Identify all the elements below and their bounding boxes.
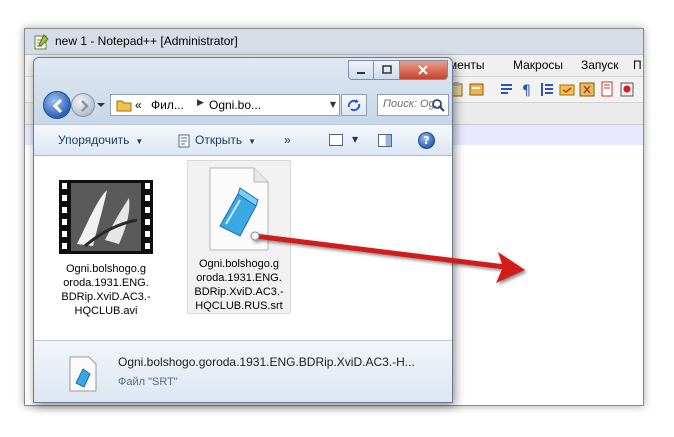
notepadpp-app-icon bbox=[34, 34, 49, 50]
svg-text:¶: ¶ bbox=[522, 83, 531, 98]
maximize-icon bbox=[381, 65, 392, 74]
window-controls bbox=[348, 60, 448, 80]
folder-view-icon[interactable] bbox=[559, 81, 575, 98]
menu-run[interactable]: Запуск bbox=[581, 58, 619, 72]
search-icon[interactable] bbox=[431, 98, 445, 112]
help-button[interactable]: ? bbox=[418, 132, 435, 149]
file-name-line: HQCLUB.avi bbox=[74, 305, 138, 317]
file-name-line: Ogni.bolshogo.g bbox=[198, 258, 280, 270]
folder-icon bbox=[116, 100, 132, 112]
file-name-line: oroda.1931.ENG. bbox=[196, 272, 282, 284]
refresh-button[interactable] bbox=[341, 94, 367, 116]
address-bar[interactable]: « Фил... ▶ Ogni.bo... ▼ bbox=[110, 94, 340, 116]
find-replace-icon[interactable] bbox=[469, 81, 485, 98]
breadcrumb-item-films[interactable]: Фил... bbox=[151, 98, 184, 112]
breadcrumb-overflow[interactable]: « bbox=[135, 98, 142, 112]
arrow-right-icon bbox=[81, 100, 89, 112]
doc-map-icon[interactable] bbox=[599, 81, 615, 98]
file-name-line: BDRip.XviD.AC3.- bbox=[194, 286, 284, 298]
details-pane: Ogni.bolshogo.goroda.1931.ENG.BDRip.XviD… bbox=[34, 340, 452, 402]
organize-label: Упорядочить bbox=[58, 133, 130, 147]
file-name-line: HQCLUB.RUS.srt bbox=[195, 300, 283, 312]
maximize-button[interactable] bbox=[374, 61, 400, 79]
chevron-down-icon: ▼ bbox=[135, 137, 144, 146]
breadcrumb-item-current[interactable]: Ogni.bo... bbox=[209, 98, 261, 112]
explorer-window: « Фил... ▶ Ogni.bo... ▼ Поиск: Og... Упо… bbox=[33, 57, 453, 403]
menu-macros[interactable]: Макросы bbox=[513, 58, 563, 72]
file-item-avi[interactable]: Ogni.bolshogo.g oroda.1931.ENG. BDRip.Xv… bbox=[54, 160, 158, 318]
address-dropdown-icon[interactable]: ▼ bbox=[330, 100, 336, 109]
back-button[interactable] bbox=[43, 91, 71, 119]
change-view-icon[interactable] bbox=[329, 134, 343, 146]
open-button[interactable]: Открыть ▼ bbox=[195, 133, 256, 147]
preview-pane-icon[interactable] bbox=[378, 134, 392, 147]
show-all-chars-icon[interactable]: ¶ bbox=[519, 81, 535, 98]
record-macro-icon[interactable] bbox=[619, 81, 635, 98]
wrap-icon[interactable] bbox=[499, 81, 515, 98]
more-commands-button[interactable]: » bbox=[284, 133, 291, 147]
command-bar: Упорядочить ▼ Открыть ▼ » ▼ ? bbox=[34, 124, 452, 156]
open-icon[interactable] bbox=[177, 134, 191, 148]
file-list[interactable]: Ogni.bolshogo.g oroda.1931.ENG. BDRip.Xv… bbox=[34, 156, 452, 340]
selected-file-type: Файл "SRT" bbox=[118, 376, 178, 388]
breadcrumb-separator-icon[interactable]: ▶ bbox=[197, 98, 204, 108]
screenshot-stage: new 1 - Notepad++ [Administrator] ументы… bbox=[0, 0, 674, 437]
selected-file-name: Ogni.bolshogo.goroda.1931.ENG.BDRip.XviD… bbox=[118, 355, 415, 369]
video-thumbnail-icon bbox=[59, 180, 153, 254]
close-icon bbox=[418, 65, 429, 75]
notepad-document-icon bbox=[206, 166, 272, 252]
file-name-line: oroda.1931.ENG. bbox=[63, 277, 149, 289]
file-name-line: Ogni.bolshogo.g bbox=[65, 263, 147, 275]
notepadpp-titlebar[interactable]: new 1 - Notepad++ [Administrator] bbox=[25, 29, 643, 55]
forward-button[interactable] bbox=[71, 93, 95, 117]
recent-pages-dropdown-icon[interactable] bbox=[96, 101, 106, 109]
indent-guide-icon[interactable] bbox=[539, 81, 555, 98]
file-item-srt[interactable]: Ogni.bolshogo.g oroda.1931.ENG. BDRip.Xv… bbox=[187, 160, 291, 314]
view-dropdown-icon[interactable]: ▼ bbox=[352, 135, 358, 144]
file-name-line: BDRip.XviD.AC3.- bbox=[61, 291, 151, 303]
refresh-icon bbox=[347, 99, 361, 112]
srt-file-icon bbox=[69, 356, 97, 392]
arrow-left-icon bbox=[52, 98, 63, 114]
minimize-icon bbox=[357, 72, 366, 74]
open-label: Открыть bbox=[195, 133, 243, 147]
close-button[interactable] bbox=[399, 61, 447, 79]
user-define-icon[interactable] bbox=[579, 81, 595, 98]
search-box[interactable]: Поиск: Og... bbox=[377, 94, 449, 116]
notepadpp-title: new 1 - Notepad++ [Administrator] bbox=[55, 34, 238, 48]
chevron-down-icon: ▼ bbox=[248, 137, 257, 146]
menu-plugins[interactable]: П bbox=[633, 58, 642, 72]
organize-button[interactable]: Упорядочить ▼ bbox=[58, 133, 143, 147]
minimize-button[interactable] bbox=[349, 61, 375, 79]
